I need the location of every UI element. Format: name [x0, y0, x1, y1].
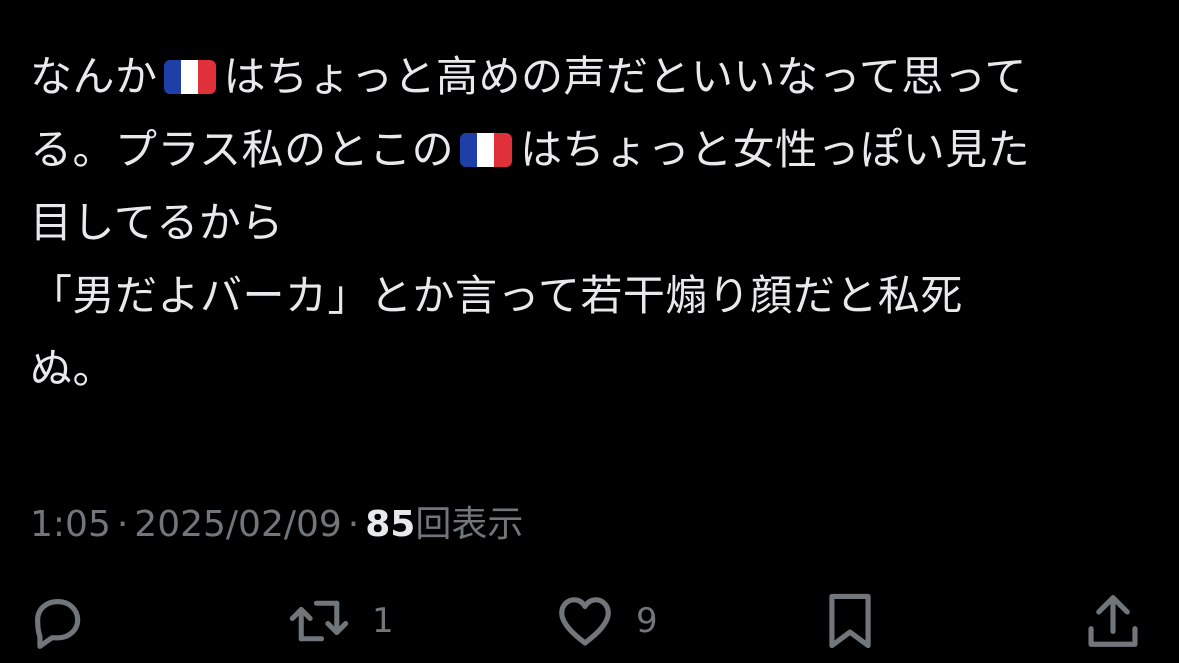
like-button[interactable]: 9 [554, 588, 658, 654]
retweet-icon [286, 590, 352, 652]
tweet-line: なんか はちょっと高めの声だといいなって思って [30, 40, 1155, 113]
meta-separator: · [347, 504, 360, 545]
retweet-button[interactable]: 1 [286, 588, 394, 654]
heart-icon [554, 590, 616, 652]
meta-separator: · [116, 504, 129, 545]
tweet-line: る。プラス私のとこの はちょっと女性っぽい見た [30, 113, 1155, 186]
tweet-meta: 1:05 · 2025/02/09 · 85回表示 [30, 495, 523, 547]
flag-france-icon [460, 133, 513, 167]
reply-button[interactable] [26, 588, 88, 654]
tweet-text-segment: なんか [30, 52, 158, 101]
tweet-text: なんか はちょっと高めの声だといいなって思って る。プラス私のとこの はちょっと女性… [30, 40, 1155, 405]
action-bar: 1 9 [0, 588, 1179, 654]
views-count[interactable]: 85 [365, 504, 415, 545]
like-count: 9 [636, 601, 658, 641]
flag-france-icon [163, 60, 216, 94]
retweet-count: 1 [372, 601, 394, 641]
tweet-line: 目してるから [30, 198, 284, 247]
tweet-text-segment: はちょっと女性っぽい見た [520, 125, 1031, 174]
tweet-text-segment: はちょっと高めの声だといいなって思って [223, 52, 1027, 101]
bookmark-icon [824, 590, 876, 652]
tweet-time[interactable]: 1:05 [30, 504, 111, 545]
views-label[interactable]: 回表示 [415, 504, 523, 545]
tweet-date[interactable]: 2025/02/09 [134, 504, 342, 545]
tweet-line: ぬ。 [30, 344, 116, 393]
bookmark-button[interactable] [824, 588, 876, 654]
tweet-text-segment: る。プラス私のとこの [30, 125, 455, 174]
share-icon [1084, 590, 1142, 652]
tweet-line: 「男だよバーカ」とか言って若干煽り顔だと私死 [30, 271, 963, 320]
share-button[interactable] [1084, 588, 1142, 654]
reply-icon [26, 590, 88, 652]
